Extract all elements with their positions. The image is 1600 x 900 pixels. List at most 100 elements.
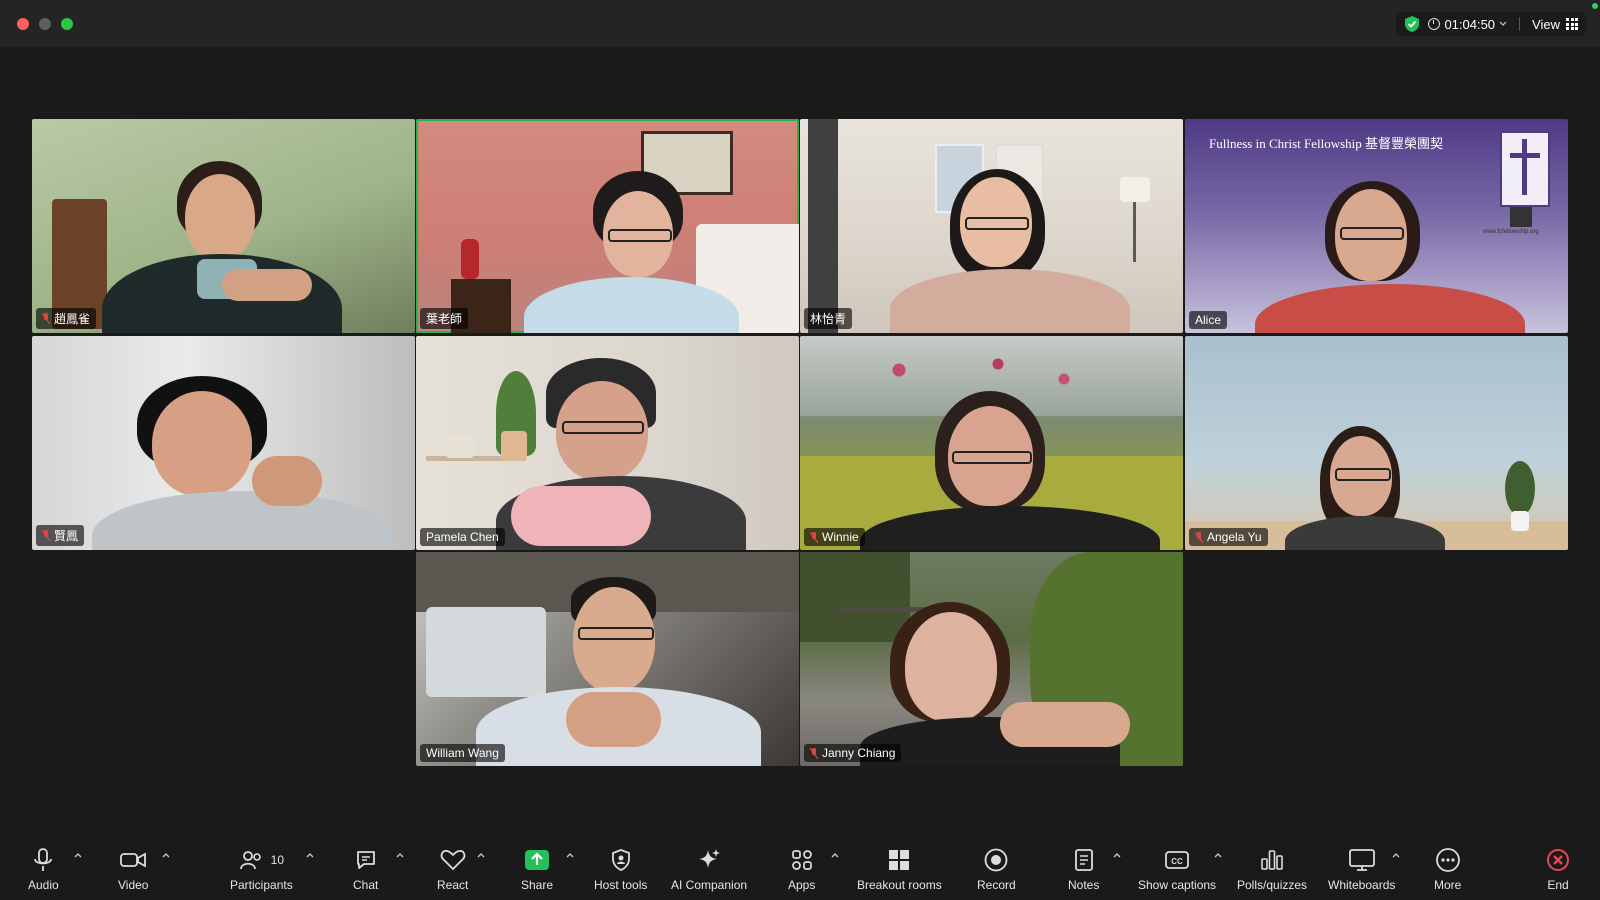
svg-text:CC: CC (1171, 857, 1183, 866)
captions-options-chevron[interactable] (1214, 852, 1222, 860)
meeting-timer[interactable]: 01:04:50 (1428, 17, 1507, 32)
chevron-down-icon (1499, 21, 1507, 26)
video-tile[interactable]: Pamela Chen (416, 336, 799, 550)
participants-options-chevron[interactable] (306, 852, 314, 860)
participant-name-label: William Wang (420, 744, 505, 762)
fellowship-logo (1500, 131, 1550, 207)
closed-captions-icon: CC (1164, 846, 1190, 874)
muted-mic-icon (810, 531, 818, 543)
apps-button[interactable]: Apps (788, 846, 815, 892)
car-window (426, 607, 546, 697)
meeting-controls-toolbar: Audio Video 10 Participants Chat React S… (0, 838, 1600, 900)
participant-name-label: Alice (1189, 311, 1228, 329)
heart-hands (566, 692, 661, 747)
zoom-window-button[interactable] (61, 18, 73, 30)
share-options-chevron[interactable] (566, 852, 574, 860)
encryption-shield-icon[interactable] (1404, 15, 1420, 33)
host-tools-button[interactable]: Host tools (594, 846, 647, 892)
ai-companion-button[interactable]: AI Companion (671, 846, 747, 892)
show-captions-button[interactable]: CC Show captions (1138, 846, 1216, 892)
participant-name-label: 賢鳳 (36, 525, 85, 546)
video-tile[interactable]: William Wang (416, 552, 799, 766)
heart-hands (252, 456, 322, 506)
react-options-chevron[interactable] (477, 852, 485, 860)
notes-icon (1073, 846, 1095, 874)
video-tile[interactable]: Winnie (800, 336, 1183, 550)
heart-icon (440, 846, 466, 874)
video-camera-icon (119, 846, 147, 874)
participant-name-label: Angela Yu (1189, 528, 1268, 546)
bar-chart-icon (1259, 846, 1285, 874)
participant-face (152, 391, 252, 496)
breakout-rooms-button[interactable]: Breakout rooms (857, 846, 942, 892)
participant-face (185, 174, 255, 260)
shield-icon (610, 846, 632, 874)
breakout-rooms-icon (887, 846, 911, 874)
participants-button[interactable]: 10 Participants (230, 846, 293, 892)
participant-name-label: Janny Chiang (804, 744, 902, 762)
apps-grid-icon (790, 846, 814, 874)
microphone-icon (32, 846, 54, 874)
share-button[interactable]: Share (521, 846, 553, 892)
more-button[interactable]: More (1434, 846, 1461, 892)
sparkle-icon (696, 846, 722, 874)
participant-name-label: Pamela Chen (420, 528, 505, 546)
apps-options-chevron[interactable] (831, 852, 839, 860)
view-button[interactable]: View (1532, 17, 1578, 32)
meeting-info-bar: 01:04:50 View (1396, 12, 1586, 36)
chat-bubble-icon (354, 846, 378, 874)
muted-mic-icon (42, 313, 50, 324)
video-gallery: 趙鳳雀 葉老師 林怡青 Fullness in Christ Fellowshi… (0, 48, 1600, 838)
notes-button[interactable]: Notes (1068, 846, 1099, 892)
video-tile[interactable]: 林怡青 (800, 119, 1183, 333)
record-button[interactable]: Record (977, 846, 1016, 892)
window-titlebar: 01:04:50 View (0, 0, 1600, 48)
view-label: View (1532, 16, 1560, 32)
chat-button[interactable]: Chat (353, 846, 378, 892)
video-tile[interactable]: 賢鳳 (32, 336, 415, 550)
participant-name-label: 葉老師 (420, 308, 469, 329)
video-tile[interactable]: 趙鳳雀 (32, 119, 415, 333)
minimize-window-button[interactable] (39, 18, 51, 30)
heart-hands (511, 486, 651, 546)
whiteboards-button[interactable]: Whiteboards (1328, 846, 1395, 892)
audio-options-chevron[interactable] (74, 852, 82, 860)
video-tile[interactable]: Janny Chiang (800, 552, 1183, 766)
whiteboards-options-chevron[interactable] (1392, 852, 1400, 860)
video-tile-active-speaker[interactable]: 葉老師 (416, 119, 799, 333)
participant-name-label: Winnie (804, 528, 865, 546)
fellowship-banner-text: Fullness in Christ Fellowship 基督豐榮團契 (1209, 136, 1444, 151)
close-window-button[interactable] (17, 18, 29, 30)
status-indicator (1592, 3, 1598, 9)
react-button[interactable]: React (437, 846, 468, 892)
audio-button[interactable]: Audio (28, 846, 59, 892)
muted-mic-icon (42, 530, 50, 541)
share-screen-icon (524, 846, 550, 874)
qr-code (1510, 207, 1532, 227)
participants-icon: 10 (239, 846, 284, 874)
muted-mic-icon (810, 747, 818, 759)
end-x-icon (1546, 846, 1570, 874)
timer-value: 01:04:50 (1444, 16, 1496, 32)
heart-hands (222, 269, 312, 301)
video-tile[interactable]: Angela Yu (1185, 336, 1568, 550)
grid-view-icon (1566, 18, 1578, 30)
participant-face (905, 612, 997, 722)
video-button[interactable]: Video (118, 846, 148, 892)
polls-quizzes-button[interactable]: Polls/quizzes (1237, 846, 1307, 892)
participant-name-label: 林怡青 (804, 308, 853, 329)
notes-options-chevron[interactable] (1113, 852, 1121, 860)
video-tile[interactable]: Fullness in Christ Fellowship 基督豐榮團契 www… (1185, 119, 1568, 333)
participants-count: 10 (270, 853, 285, 867)
video-options-chevron[interactable] (162, 852, 170, 860)
clock-icon (1428, 18, 1441, 30)
muted-mic-icon (1195, 531, 1203, 543)
chat-options-chevron[interactable] (396, 852, 404, 860)
banner-url: www.fcfellowship.org (1483, 229, 1539, 235)
participant-name-label: 趙鳳雀 (36, 308, 97, 329)
plant (1505, 461, 1535, 516)
end-meeting-button[interactable]: End (1546, 846, 1570, 892)
divider (1519, 17, 1521, 31)
whiteboard-icon (1348, 846, 1376, 874)
record-icon (983, 846, 1009, 874)
